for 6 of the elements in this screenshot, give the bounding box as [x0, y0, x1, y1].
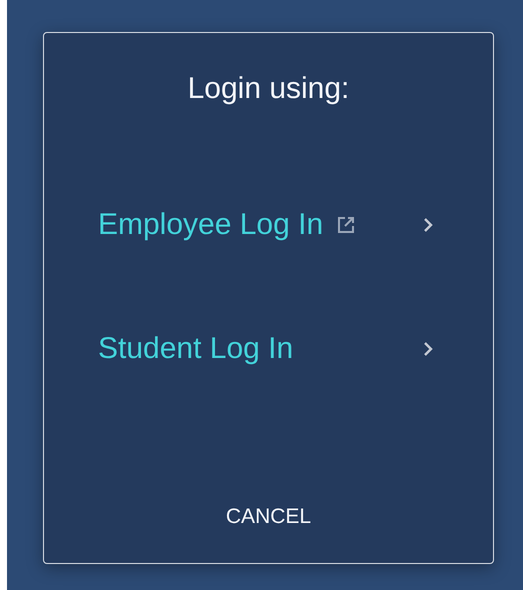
login-option[interactable]: Student Log In — [98, 327, 433, 371]
login-option[interactable]: Employee Log In — [98, 203, 433, 247]
chevron-right-icon — [423, 341, 433, 357]
cancel-button[interactable]: CANCEL — [216, 501, 322, 533]
dialog-title: Login using: — [188, 71, 350, 107]
chevron-right-icon — [423, 217, 433, 233]
